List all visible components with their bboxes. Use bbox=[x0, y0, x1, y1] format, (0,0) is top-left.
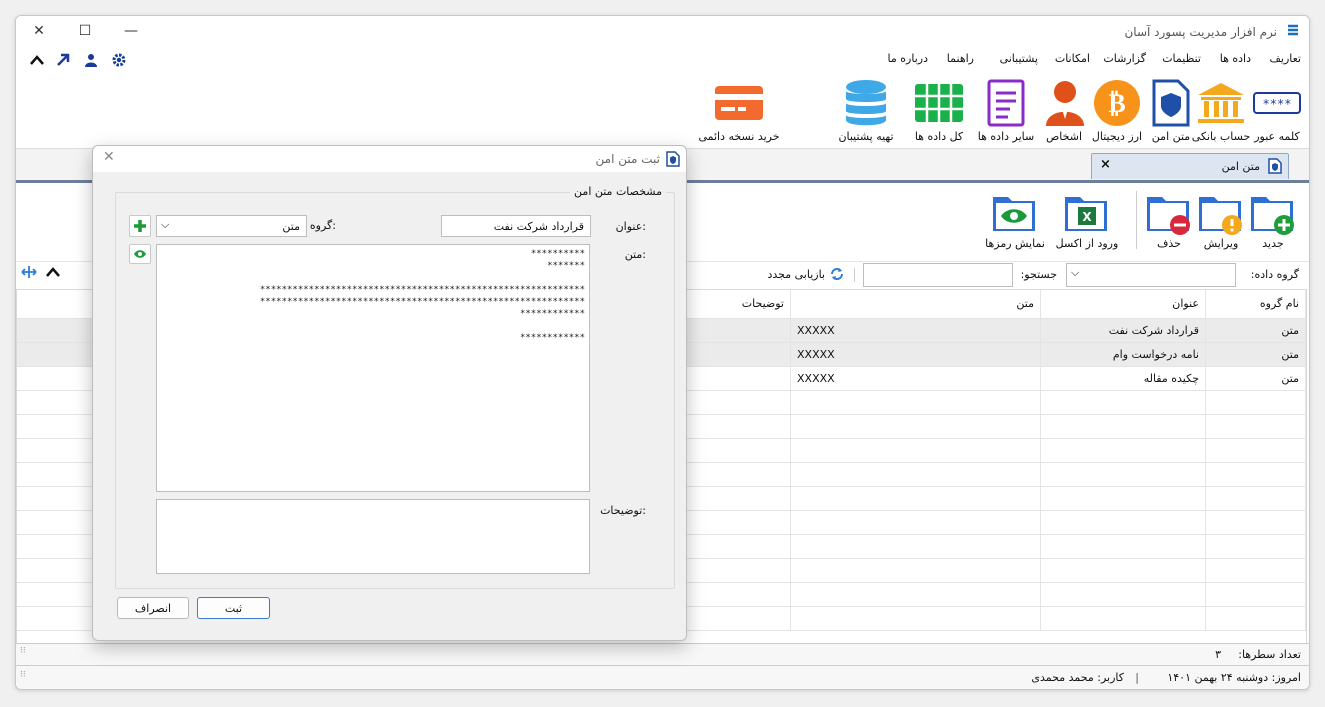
svg-text:****: **** bbox=[1263, 97, 1292, 111]
group-select[interactable]: متن ⌵ bbox=[156, 215, 307, 237]
ribbon-buy-license[interactable]: خرید نسخه دائمی bbox=[694, 78, 784, 143]
svg-text:₿: ₿ bbox=[1108, 89, 1125, 119]
import-excel-button[interactable]: X ورود از اکسل bbox=[1051, 187, 1123, 250]
delete-button[interactable]: حذف bbox=[1139, 187, 1199, 250]
description-textarea[interactable] bbox=[156, 499, 590, 574]
folder-add-icon bbox=[1251, 197, 1294, 235]
ribbon-persons[interactable]: اشخاص bbox=[1039, 78, 1089, 143]
title-label: عنوان: bbox=[615, 220, 646, 233]
menu-reports[interactable]: گزارشات bbox=[1103, 52, 1146, 65]
secure-document-icon bbox=[666, 151, 680, 167]
cancel-button[interactable]: انصراف bbox=[117, 597, 189, 619]
maximize-button[interactable]: ☐ bbox=[62, 16, 108, 46]
status-bar: امروز: دوشنبه ۲۴ بهمن ۱۴۰۱ | کاربر: محمد… bbox=[16, 665, 1309, 689]
row-count-value: ۳ bbox=[1215, 648, 1221, 661]
group-label: گروه داده: bbox=[1250, 268, 1299, 281]
person-icon bbox=[1046, 81, 1084, 126]
tab-secure-text[interactable]: متن امن × bbox=[1091, 153, 1289, 179]
credit-card-icon bbox=[715, 86, 763, 120]
minimize-button[interactable]: — bbox=[108, 16, 154, 46]
column-header[interactable]: متن bbox=[790, 290, 1041, 319]
description-label: توضیحات: bbox=[600, 504, 646, 517]
ribbon-crypto[interactable]: ₿ ارز دیجیتال bbox=[1087, 78, 1147, 143]
grid-tools bbox=[20, 265, 60, 279]
document-list-icon bbox=[987, 79, 1025, 127]
filter-separator bbox=[854, 268, 855, 282]
edit-button[interactable]: ویرایش bbox=[1191, 187, 1251, 250]
svg-text:X: X bbox=[1082, 210, 1092, 224]
folder-remove-icon bbox=[1147, 197, 1190, 235]
ribbon: **** کلمه عبور حساب بانکی متن امن ₿ ارز … bbox=[16, 72, 1309, 152]
ribbon-all-data[interactable]: کل داده ها bbox=[909, 78, 969, 143]
title-bar: ✕ ☐ — نرم افزار مدیریت پسورد آسان bbox=[16, 16, 1309, 46]
title-input[interactable]: قرارداد شرکت نفت bbox=[441, 215, 591, 237]
eye-icon bbox=[134, 250, 146, 258]
close-dialog-button[interactable]: ✕ bbox=[103, 149, 115, 165]
status-separator: | bbox=[1135, 671, 1139, 684]
search-label: جستجو: bbox=[1020, 268, 1057, 281]
menu-settings[interactable]: تنظیمات bbox=[1162, 52, 1201, 65]
toolbar-separator bbox=[1136, 191, 1137, 249]
bank-icon bbox=[1198, 83, 1244, 123]
chevron-down-icon: ⌵ bbox=[161, 218, 170, 231]
grip-icon: ⁝⁝ bbox=[20, 646, 26, 656]
app-logo-icon bbox=[1288, 24, 1298, 36]
current-user: کاربر: محمد محمدی bbox=[1031, 671, 1124, 684]
ribbon-password[interactable]: **** کلمه عبور bbox=[1247, 78, 1307, 143]
menu-help[interactable]: راهنما bbox=[947, 52, 974, 65]
ribbon-other-data[interactable]: سایر داده ها bbox=[973, 78, 1039, 143]
app-title: نرم افزار مدیریت پسورد آسان bbox=[1124, 25, 1277, 39]
resize-columns-icon[interactable] bbox=[20, 265, 38, 279]
toggle-visibility-button[interactable] bbox=[129, 244, 151, 264]
table-grid-icon bbox=[915, 84, 963, 122]
secure-document-icon bbox=[1268, 158, 1282, 174]
today-date: امروز: دوشنبه ۲۴ بهمن ۱۴۰۱ bbox=[1167, 671, 1301, 684]
menu-data[interactable]: داده ها bbox=[1220, 52, 1251, 65]
ribbon-backup[interactable]: تهیه پشتیبان bbox=[833, 78, 899, 143]
maximize-icon: ☐ bbox=[78, 23, 92, 39]
minimize-icon: — bbox=[124, 23, 138, 39]
close-icon: ✕ bbox=[33, 23, 45, 39]
menu-support[interactable]: پشتیبانی bbox=[1000, 52, 1038, 65]
ribbon-bank-account[interactable]: حساب بانکی bbox=[1191, 78, 1251, 143]
group-box-title: مشخصات متن امن bbox=[570, 185, 666, 198]
dialog-title-bar: ثبت متن امن ✕ bbox=[93, 146, 686, 172]
database-icon bbox=[846, 80, 886, 126]
secure-text-area[interactable]: ********** ******* *********************… bbox=[156, 244, 590, 492]
menu-bar: تعاریف داده ها تنظیمات گزارشات امکانات پ… bbox=[16, 48, 1309, 70]
dialog-title: ثبت متن امن bbox=[595, 152, 660, 166]
folder-warning-icon bbox=[1199, 197, 1242, 235]
search-input[interactable] bbox=[863, 263, 1013, 287]
secure-text-dialog: ثبت متن امن ✕ مشخصات متن امن عنوان: قرار… bbox=[92, 145, 687, 641]
menu-features[interactable]: امکانات bbox=[1055, 52, 1090, 65]
ribbon-secure-text[interactable]: متن امن bbox=[1145, 78, 1197, 143]
chevron-up-icon[interactable] bbox=[46, 265, 60, 279]
group-field-label: گروه: bbox=[309, 219, 336, 232]
save-button[interactable]: ثبت bbox=[197, 597, 270, 619]
row-count-bar: تعداد سطرها: ۳ ⁝⁝ bbox=[16, 643, 1309, 665]
row-count-label: تعداد سطرها: bbox=[1238, 648, 1301, 661]
folder-eye-icon bbox=[993, 197, 1035, 231]
show-passwords-button[interactable]: نمایش رمزها bbox=[979, 187, 1051, 250]
refresh-button[interactable]: بازیابی مجدد bbox=[767, 266, 845, 282]
menu-about[interactable]: درباره ما bbox=[888, 52, 928, 65]
close-window-button[interactable]: ✕ bbox=[16, 16, 62, 46]
close-tab-button[interactable]: × bbox=[1100, 157, 1111, 172]
add-group-button[interactable] bbox=[129, 215, 151, 237]
text-label: متن: bbox=[624, 248, 646, 261]
refresh-icon bbox=[831, 268, 843, 280]
data-group-select[interactable]: ⌵ bbox=[1066, 263, 1236, 287]
column-header[interactable]: عنوان bbox=[1040, 290, 1206, 319]
folder-excel-icon: X bbox=[1065, 197, 1107, 231]
bitcoin-icon: ₿ bbox=[1094, 80, 1140, 126]
column-header[interactable]: نام گروه bbox=[1205, 290, 1306, 319]
grip-icon: ⁝⁝ bbox=[20, 670, 26, 680]
plus-icon bbox=[134, 220, 146, 232]
menu-definitions[interactable]: تعاریف bbox=[1270, 52, 1301, 65]
password-icon: **** bbox=[1253, 92, 1301, 114]
new-button[interactable]: جدید bbox=[1243, 187, 1303, 250]
secure-document-icon bbox=[1152, 79, 1190, 127]
chevron-down-icon: ⌵ bbox=[1071, 266, 1080, 279]
